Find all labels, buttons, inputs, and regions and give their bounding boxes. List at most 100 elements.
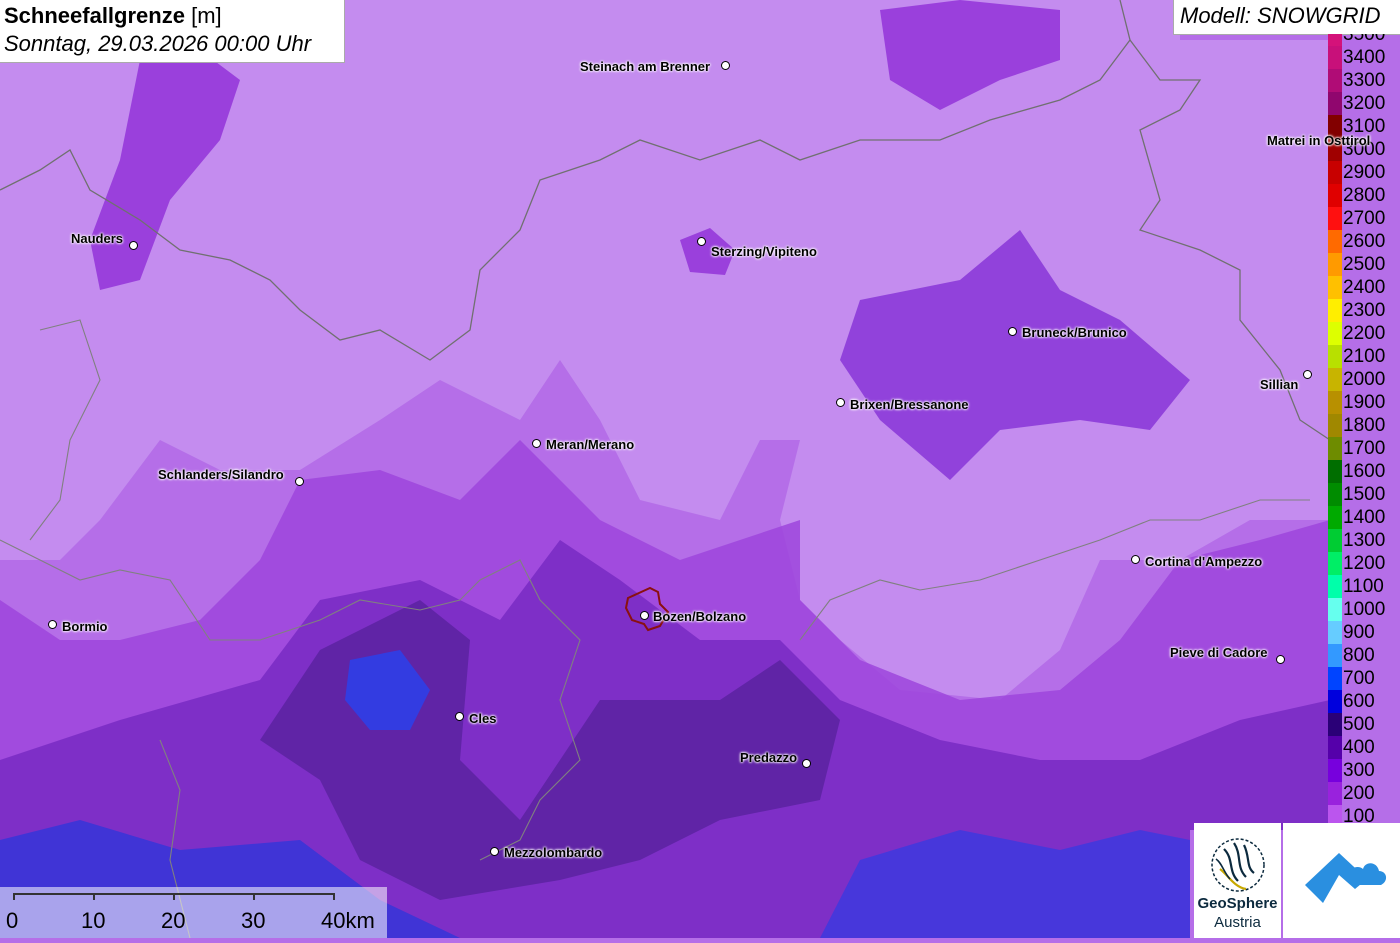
legend-entry: 100 xyxy=(1328,805,1400,824)
legend-swatch xyxy=(1328,552,1342,575)
geosphere-logo[interactable]: GeoSphere Austria xyxy=(1194,823,1281,938)
city-dot-icon xyxy=(802,759,811,768)
legend-entry: 600 xyxy=(1328,690,1400,713)
geosphere-icon xyxy=(1211,838,1265,892)
legend-entry: 700 xyxy=(1328,667,1400,690)
city-label: Brixen/Bressanone xyxy=(850,397,969,412)
legend-swatch xyxy=(1328,782,1342,805)
legend-entry: 2300 xyxy=(1328,299,1400,322)
legend-swatch xyxy=(1328,253,1342,276)
city-dot-icon xyxy=(1131,555,1140,564)
legend-swatch xyxy=(1328,92,1342,115)
legend-swatch xyxy=(1328,690,1342,713)
scale-tick xyxy=(13,893,15,900)
scale-label: 30 xyxy=(241,908,266,933)
legend-label: 1100 xyxy=(1343,576,1384,597)
legend-label: 800 xyxy=(1343,645,1375,666)
parameter-name: Schneefallgrenze xyxy=(4,3,185,28)
legend-swatch xyxy=(1328,759,1342,782)
city-label: Bormio xyxy=(62,619,108,634)
city-dot-icon xyxy=(48,620,57,629)
city-label: Nauders xyxy=(71,231,124,246)
city-dot-icon xyxy=(490,847,499,856)
legend-entry: 2800 xyxy=(1328,184,1400,207)
legend-swatch xyxy=(1328,69,1342,92)
legend-label: 600 xyxy=(1343,691,1375,712)
legend-entry: 3200 xyxy=(1328,92,1400,115)
legend-swatch xyxy=(1328,276,1342,299)
legend-entry: 3400 xyxy=(1328,46,1400,69)
legend-entry: 1400 xyxy=(1328,506,1400,529)
legend-label: 2000 xyxy=(1343,369,1386,390)
legend-entry: 2400 xyxy=(1328,276,1400,299)
legend-swatch xyxy=(1328,299,1342,322)
app-logo[interactable] xyxy=(1283,823,1400,938)
legend-entry: 1000 xyxy=(1328,598,1400,621)
legend-label: 2400 xyxy=(1343,277,1386,298)
city-label: Cortina d'Ampezzo xyxy=(1145,554,1263,569)
city-label: Bozen/Bolzano xyxy=(653,609,747,624)
scale-tick xyxy=(173,893,175,900)
city-dot-icon xyxy=(129,241,138,250)
scale-bar: 0 10 20 30 40km xyxy=(0,887,387,938)
legend-label: 1300 xyxy=(1343,530,1386,551)
legend-swatch xyxy=(1328,736,1342,759)
legend-entry: 800 xyxy=(1328,644,1400,667)
legend-label: 400 xyxy=(1343,737,1375,758)
city-dot-icon xyxy=(295,477,304,486)
legend-entry: 1200 xyxy=(1328,552,1400,575)
legend-entry: 1700 xyxy=(1328,437,1400,460)
city-label: Schlanders/Silandro xyxy=(158,467,284,482)
legend-label: 200 xyxy=(1343,783,1375,804)
legend-label: 2800 xyxy=(1343,185,1386,206)
scale-label: 10 xyxy=(81,908,106,933)
legend-swatch xyxy=(1328,184,1342,207)
legend-swatch xyxy=(1328,230,1342,253)
legend-swatch xyxy=(1328,575,1342,598)
legend-label: 500 xyxy=(1343,714,1375,735)
legend-swatch xyxy=(1328,437,1342,460)
legend-entry: 300 xyxy=(1328,759,1400,782)
city-dot-icon xyxy=(836,398,845,407)
scale-tick xyxy=(333,893,335,900)
city-label: Sillian xyxy=(1260,377,1299,392)
city-dot-icon xyxy=(640,611,649,620)
city-label: Pieve di Cadore xyxy=(1170,645,1268,660)
legend-swatch xyxy=(1328,161,1342,184)
legend-swatch xyxy=(1328,667,1342,690)
legend-swatch xyxy=(1328,529,1342,552)
title-box: Schneefallgrenze [m] Sonntag, 29.03.2026… xyxy=(0,0,345,63)
city-label: Bruneck/Brunico xyxy=(1022,325,1127,340)
legend-entry: 2500 xyxy=(1328,253,1400,276)
city-label: Meran/Merano xyxy=(546,437,635,452)
legend-entry: 3300 xyxy=(1328,69,1400,92)
legend-label: 3300 xyxy=(1343,70,1386,91)
legend-swatch xyxy=(1328,368,1342,391)
scale-tick xyxy=(253,893,255,900)
city-dot-icon xyxy=(721,61,730,70)
legend-entry: 1900 xyxy=(1328,391,1400,414)
legend-label: 2500 xyxy=(1343,254,1386,275)
city-label: Steinach am Brenner xyxy=(580,59,711,74)
legend-entry: 1500 xyxy=(1328,483,1400,506)
legend-entry: 2700 xyxy=(1328,207,1400,230)
scale-label: 40km xyxy=(321,908,375,933)
legend-label: 2900 xyxy=(1343,162,1386,183)
legend-entry: 400 xyxy=(1328,736,1400,759)
model-label: Modell: SNOWGRID xyxy=(1173,0,1400,35)
legend-label: 700 xyxy=(1343,668,1375,689)
legend-label: 1900 xyxy=(1343,392,1386,413)
legend-label: 1800 xyxy=(1343,415,1386,436)
legend-label: 3500 xyxy=(1343,34,1386,45)
legend-label: 1700 xyxy=(1343,438,1386,459)
legend-swatch xyxy=(1328,644,1342,667)
legend-entry: 200 xyxy=(1328,782,1400,805)
legend-entry: 1600 xyxy=(1328,460,1400,483)
legend-label: 100 xyxy=(1343,806,1375,824)
color-legend: 3500 3400 3300 3200 3100 3000 2900 2800 2700 2600… xyxy=(1328,34,1400,824)
city-dot-icon xyxy=(1303,370,1312,379)
legend-entry: 3500 xyxy=(1328,34,1400,46)
city-dot-icon xyxy=(1008,327,1017,336)
legend-swatch xyxy=(1328,207,1342,230)
geosphere-name: GeoSphere xyxy=(1197,895,1278,912)
